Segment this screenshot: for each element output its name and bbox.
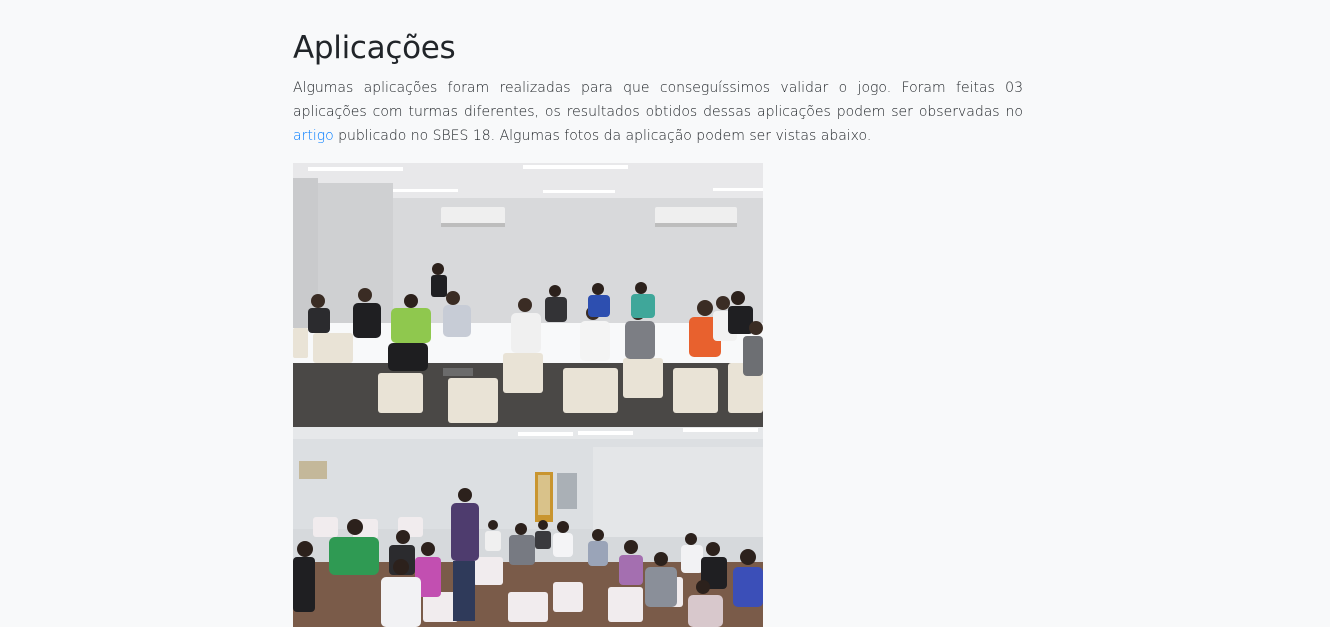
application-photo-2 (293, 427, 763, 627)
section-title: Aplicações (293, 30, 456, 66)
section-paragraph: Algumas aplicações foram realizadas para… (293, 76, 1023, 148)
paragraph-text-start: Algumas aplicações foram realizadas para… (293, 80, 1023, 120)
article-link[interactable]: artigo (293, 128, 334, 144)
photo-gallery (293, 163, 763, 627)
main-content: Aplicações Algumas aplicações foram real… (293, 28, 1023, 627)
paragraph-text-end: publicado no SBES 18. Algumas fotos da a… (333, 128, 872, 144)
application-photo-1 (293, 163, 763, 427)
